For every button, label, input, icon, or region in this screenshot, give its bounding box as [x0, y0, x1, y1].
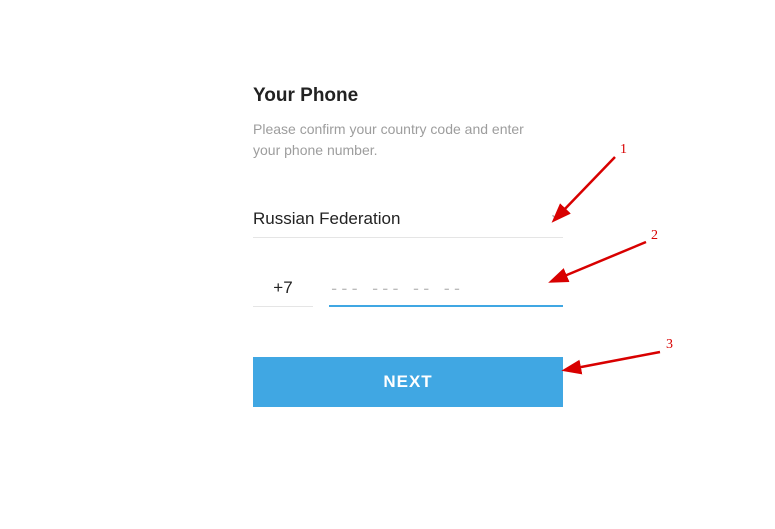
- chevron-down-icon: [549, 210, 563, 229]
- annotation-1: 1: [620, 142, 627, 158]
- country-select[interactable]: Russian Federation: [253, 209, 563, 238]
- phone-number-input[interactable]: [329, 279, 563, 307]
- phone-row: [253, 278, 563, 307]
- annotation-3: 3: [666, 337, 673, 353]
- annotation-2: 2: [651, 228, 658, 244]
- next-button[interactable]: NEXT: [253, 357, 563, 407]
- page-title: Your Phone: [253, 85, 563, 107]
- page-subtitle: Please confirm your country code and ent…: [253, 119, 533, 161]
- phone-form: Your Phone Please confirm your country c…: [253, 85, 563, 407]
- country-code-input[interactable]: [253, 278, 313, 307]
- country-label: Russian Federation: [253, 209, 400, 229]
